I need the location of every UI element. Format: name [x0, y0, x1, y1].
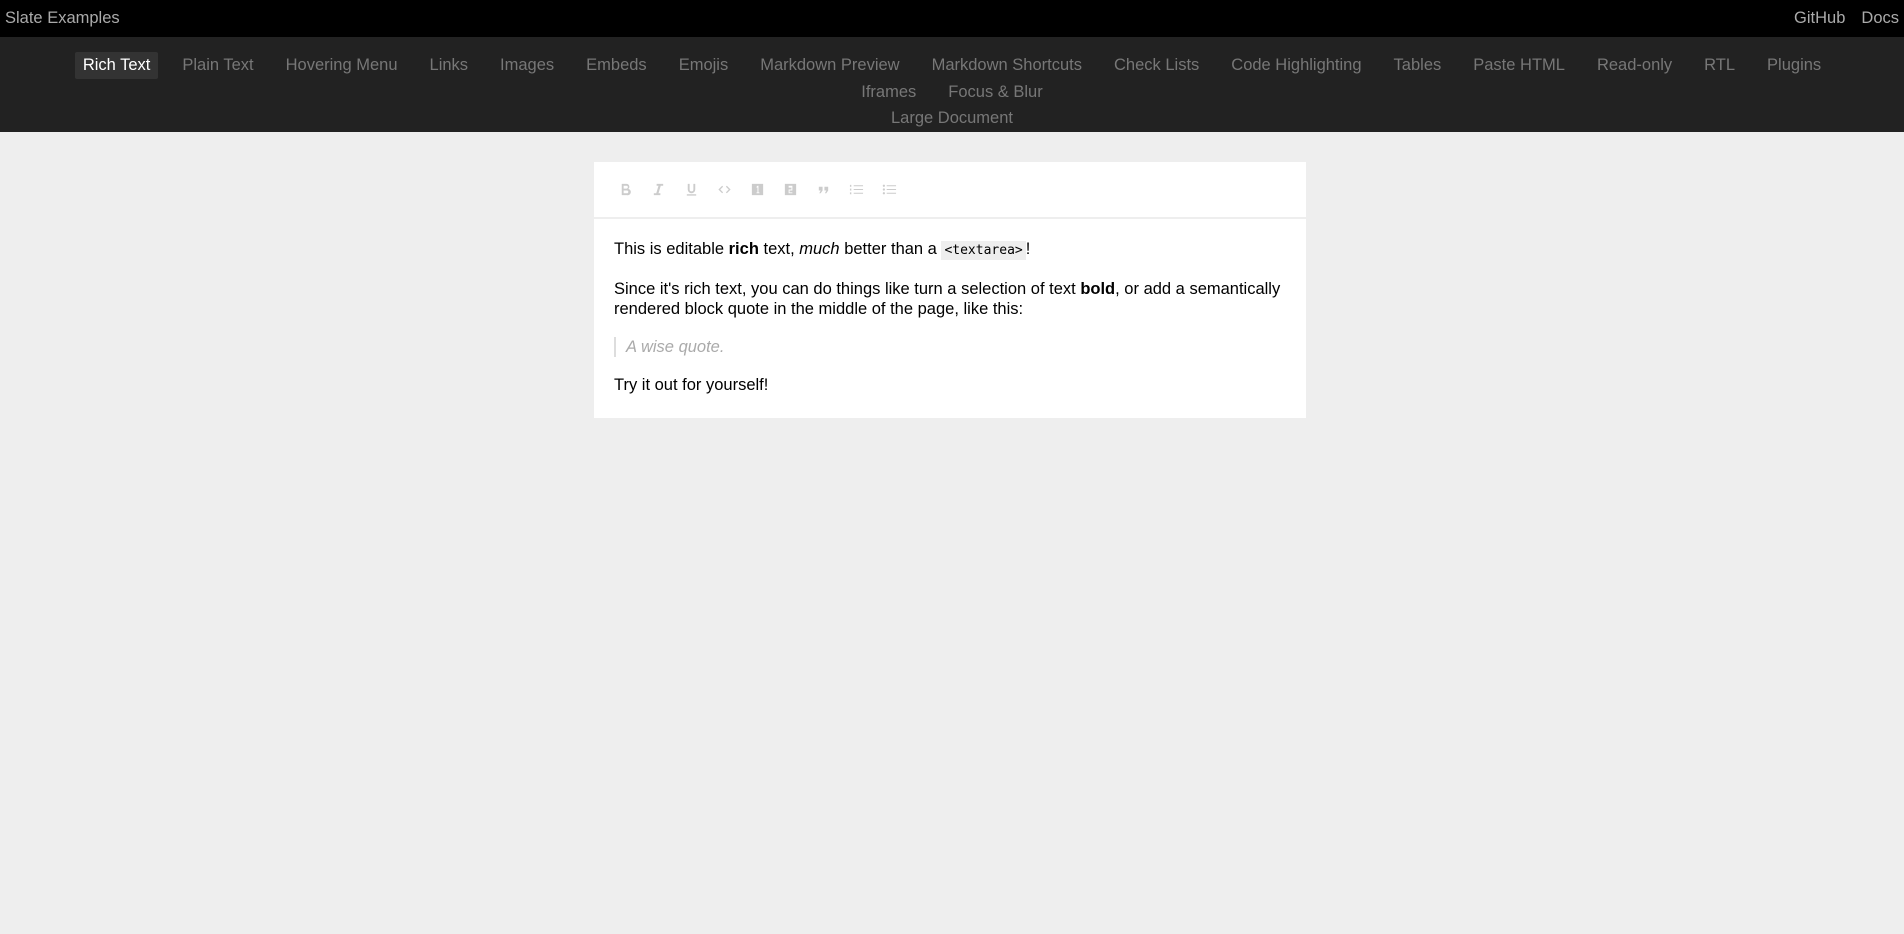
tab-markdown-preview[interactable]: Markdown Preview — [752, 52, 907, 79]
tab-rtl[interactable]: RTL — [1696, 52, 1743, 79]
text-span: text, — [758, 240, 800, 258]
numbered-list-button[interactable] — [840, 178, 873, 202]
code-button[interactable] — [708, 178, 741, 202]
italic-text: much — [799, 240, 840, 258]
tab-hovering-menu[interactable]: Hovering Menu — [278, 52, 406, 79]
editor-content[interactable]: This is editable rich text, much better … — [594, 219, 1306, 418]
tab-emojis[interactable]: Emojis — [671, 52, 737, 79]
text-span: better than a — [839, 240, 942, 258]
github-link[interactable]: GitHub — [1794, 9, 1845, 28]
inline-code: <textarea> — [941, 241, 1026, 260]
docs-link[interactable]: Docs — [1861, 9, 1899, 28]
text-span: This is editable — [614, 240, 729, 258]
paragraph-1: This is editable rich text, much better … — [614, 239, 1286, 261]
examples-tabs: Rich Text Plain Text Hovering Menu Links… — [0, 37, 1904, 132]
app-title: Slate Examples — [5, 9, 120, 27]
block-quote: A wise quote. — [614, 337, 1286, 357]
tab-large-document[interactable]: Large Document — [883, 105, 1021, 132]
header-links: GitHub Docs — [1794, 9, 1899, 28]
underline-button[interactable] — [675, 178, 708, 202]
tab-rich-text[interactable]: Rich Text — [74, 52, 159, 79]
tab-code-highlighting[interactable]: Code Highlighting — [1223, 52, 1369, 79]
text-span: ! — [1025, 240, 1031, 258]
italic-button[interactable] — [642, 178, 675, 202]
heading-one-button[interactable] — [741, 178, 774, 202]
underline-icon — [686, 183, 697, 196]
tab-images[interactable]: Images — [492, 52, 562, 79]
tab-read-only[interactable]: Read-only — [1589, 52, 1680, 79]
heading-two-button[interactable] — [774, 178, 807, 202]
paragraph-2: Since it's rich text, you can do things … — [614, 279, 1286, 319]
text-span: Since it's rich text, you can do things … — [614, 280, 1081, 298]
numbered-list-icon — [849, 184, 864, 195]
tab-paste-html[interactable]: Paste HTML — [1465, 52, 1573, 79]
tab-check-lists[interactable]: Check Lists — [1106, 52, 1207, 79]
bold-button[interactable] — [609, 178, 642, 202]
bold-icon — [621, 183, 631, 196]
tab-links[interactable]: Links — [422, 52, 477, 79]
tab-markdown-shortcuts[interactable]: Markdown Shortcuts — [924, 52, 1090, 79]
paragraph-3: Try it out for yourself! — [614, 376, 769, 394]
heading-two-icon — [784, 183, 797, 196]
bold-text: bold — [1080, 280, 1116, 298]
editor-panel: This is editable rich text, much better … — [594, 162, 1306, 418]
tab-focus-blur[interactable]: Focus & Blur — [940, 79, 1050, 106]
block-quote-icon — [818, 186, 829, 194]
bulleted-list-icon — [882, 184, 897, 195]
tab-tables[interactable]: Tables — [1386, 52, 1450, 79]
heading-one-icon — [751, 183, 764, 196]
bold-text: rich — [728, 240, 759, 258]
tab-iframes[interactable]: Iframes — [853, 79, 924, 106]
tab-embeds[interactable]: Embeds — [578, 52, 655, 79]
formatting-toolbar — [594, 162, 1306, 219]
bulleted-list-button[interactable] — [873, 178, 906, 202]
code-icon — [718, 185, 731, 194]
tab-plain-text[interactable]: Plain Text — [174, 52, 261, 79]
italic-icon — [653, 183, 664, 196]
block-quote-button[interactable] — [807, 178, 840, 202]
top-bar: Slate Examples GitHub Docs — [0, 0, 1904, 37]
tab-plugins[interactable]: Plugins — [1759, 52, 1829, 79]
